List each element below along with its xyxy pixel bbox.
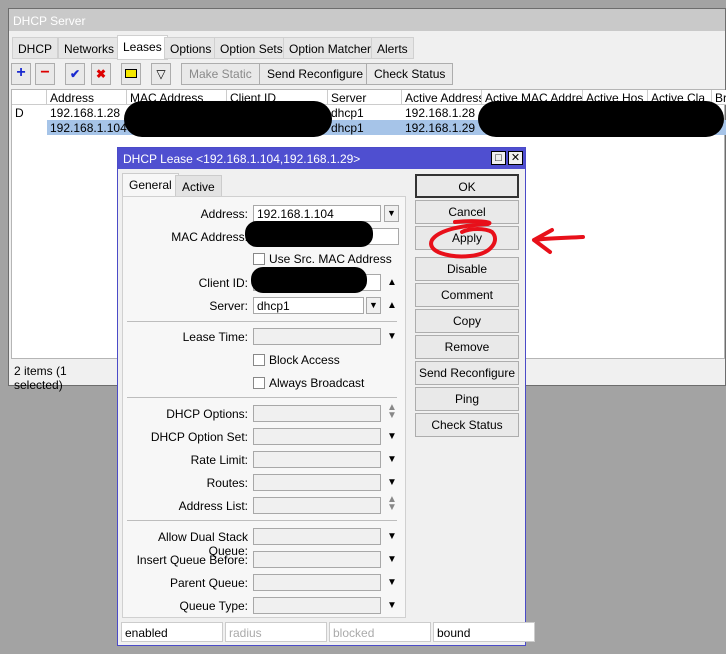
red-annotation: [429, 219, 585, 259]
arrow-annotation: [532, 228, 585, 254]
circle-annotation: [429, 219, 497, 259]
